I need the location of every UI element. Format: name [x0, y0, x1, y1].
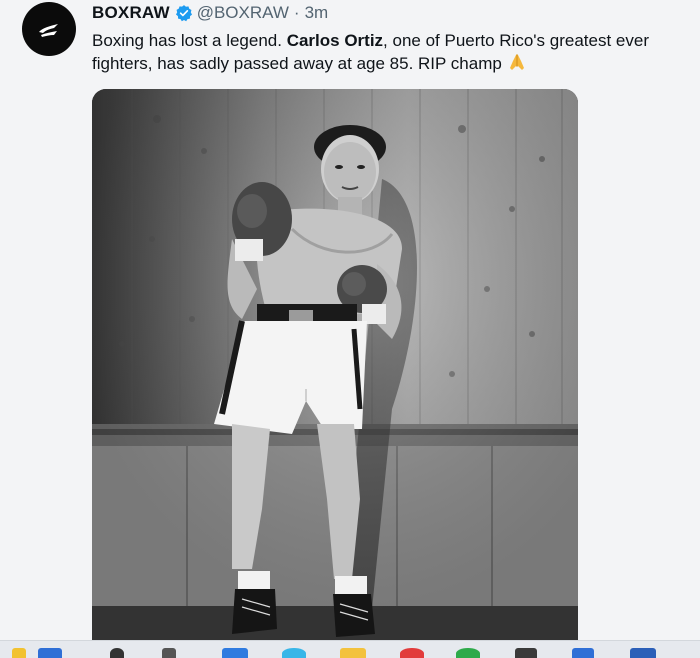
- calendar-icon[interactable]: [38, 648, 62, 658]
- separator-dot: ·: [293, 3, 300, 22]
- tweet-photo[interactable]: [92, 89, 578, 640]
- tweet-text-part1: Boxing has lost a legend.: [92, 31, 287, 50]
- word-icon[interactable]: [630, 648, 656, 658]
- praying-hands-icon: [507, 52, 527, 78]
- tweet-text: Boxing has lost a legend. Carlos Ortiz, …: [92, 29, 692, 78]
- edge-icon[interactable]: [282, 648, 306, 658]
- chrome-icon[interactable]: [456, 648, 480, 658]
- tweet-timestamp[interactable]: 3m: [305, 3, 329, 23]
- user-handle[interactable]: @BOXRAW: [197, 3, 289, 23]
- verified-badge-icon[interactable]: [175, 4, 193, 22]
- tweet-text-bold: Carlos Ortiz: [286, 31, 384, 50]
- tweet-card[interactable]: BOXRAW @BOXRAW · 3m Boxing has lost a le…: [0, 0, 700, 640]
- app-icon-2[interactable]: [572, 648, 594, 658]
- boxer-photo: [92, 89, 578, 640]
- store-icon[interactable]: [222, 648, 248, 658]
- opera-icon[interactable]: [400, 648, 424, 658]
- profile-avatar[interactable]: [22, 2, 76, 56]
- display-name[interactable]: BOXRAW: [92, 3, 170, 23]
- taskbar: [0, 640, 700, 658]
- folder-icon[interactable]: [340, 648, 366, 658]
- copilot-icon[interactable]: [12, 648, 26, 658]
- file-explorer-icon[interactable]: [162, 648, 176, 658]
- search-icon[interactable]: [110, 648, 124, 658]
- tweet-header: BOXRAW @BOXRAW · 3m: [92, 2, 328, 24]
- boxraw-logo-icon: [39, 24, 58, 37]
- app-icon-1[interactable]: [515, 648, 537, 658]
